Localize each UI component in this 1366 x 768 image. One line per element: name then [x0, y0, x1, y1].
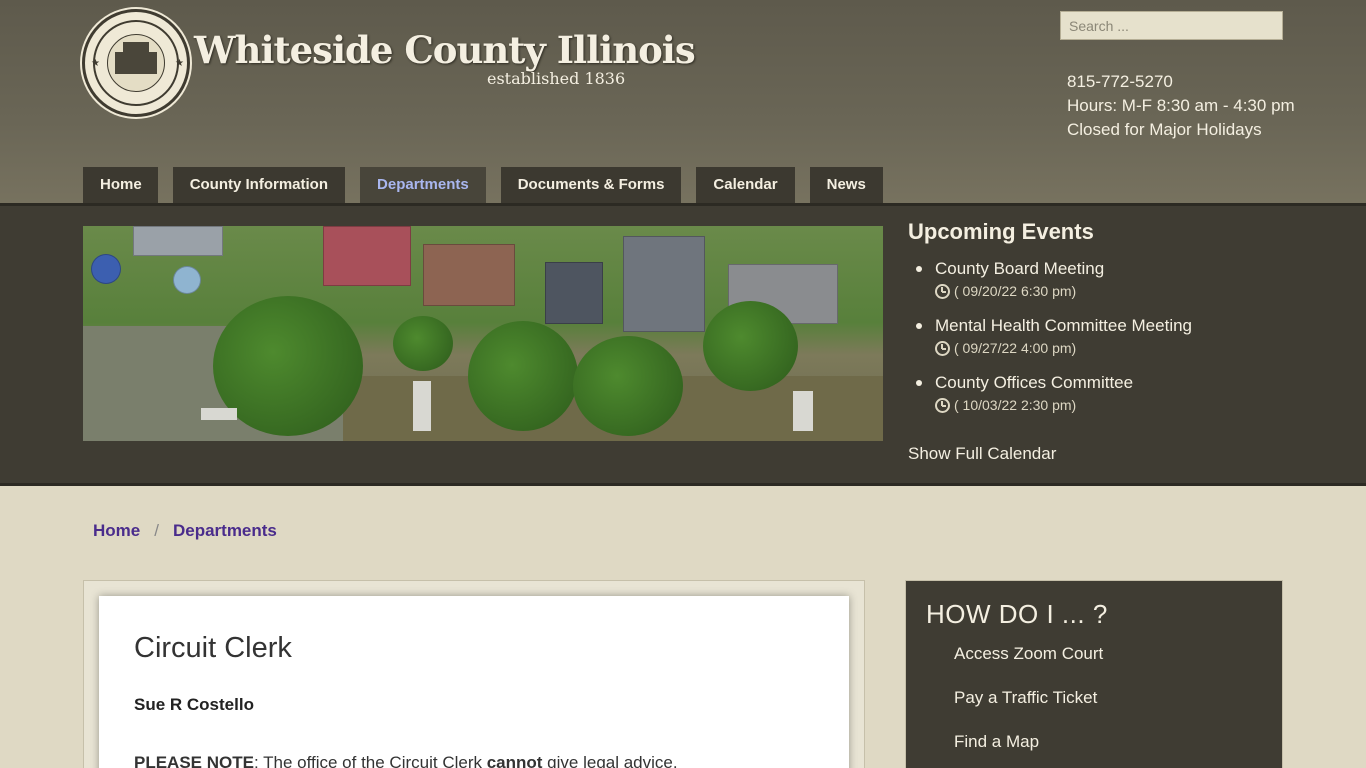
county-seal-logo[interactable]: ★ ★ — [82, 9, 190, 117]
star-icon: ★ — [91, 58, 100, 69]
events-list: County Board Meeting ( 09/20/22 6:30 pm)… — [916, 258, 1308, 413]
how-do-i-sidebar: HOW DO I ... ? Access Zoom Court Pay a T… — [905, 580, 1283, 768]
nav-county-information[interactable]: County Information — [172, 167, 346, 203]
main-nav: Home County Information Departments Docu… — [83, 167, 898, 203]
event-date: ( 09/27/22 4:00 pm) — [954, 340, 1077, 356]
seal-building-icon — [115, 42, 157, 74]
nav-departments[interactable]: Departments — [360, 167, 486, 203]
sidebar-heading: HOW DO I ... ? — [926, 599, 1108, 629]
breadcrumb-home[interactable]: Home — [93, 521, 140, 541]
aerial-photo — [83, 226, 883, 441]
breadcrumb: Home / Departments — [93, 521, 277, 541]
event-item: County Offices Committee ( 10/03/22 2:30… — [916, 372, 1308, 413]
upcoming-events: Upcoming Events County Board Meeting ( 0… — [908, 219, 1308, 429]
breadcrumb-separator: / — [154, 521, 159, 540]
site-subtitle: established 1836 — [487, 69, 626, 88]
office-hours: Hours: M-F 8:30 am - 4:30 pm — [1067, 96, 1295, 115]
events-heading: Upcoming Events — [908, 219, 1094, 244]
event-date: ( 09/20/22 6:30 pm) — [954, 283, 1077, 299]
site-title[interactable]: Whiteside County Illinois — [194, 28, 696, 72]
event-item: Mental Health Committee Meeting ( 09/27/… — [916, 315, 1308, 356]
phone-number: 815-772-5270 — [1067, 72, 1173, 91]
page-title: Circuit Clerk — [134, 632, 292, 664]
clock-icon — [935, 283, 950, 299]
breadcrumb-departments[interactable]: Departments — [173, 521, 277, 541]
search-input[interactable] — [1060, 11, 1283, 40]
clerk-name: Sue R Costello — [134, 695, 254, 714]
nav-news[interactable]: News — [809, 167, 883, 203]
contact-info: 815-772-5270 Hours: M-F 8:30 am - 4:30 p… — [1067, 70, 1295, 142]
holiday-note: Closed for Major Holidays — [1067, 120, 1262, 139]
event-title[interactable]: Mental Health Committee Meeting — [935, 315, 1308, 337]
link-pay-traffic-ticket[interactable]: Pay a Traffic Ticket — [954, 686, 1262, 730]
event-item: County Board Meeting ( 09/20/22 6:30 pm) — [916, 258, 1308, 299]
site-header: ★ ★ Whiteside County Illinois establishe… — [0, 0, 1366, 203]
link-access-zoom-court[interactable]: Access Zoom Court — [954, 642, 1262, 686]
event-title[interactable]: County Board Meeting — [935, 258, 1308, 280]
link-find-a-map[interactable]: Find a Map — [954, 730, 1262, 768]
nav-calendar[interactable]: Calendar — [696, 167, 795, 203]
show-full-calendar-link[interactable]: Show Full Calendar — [908, 444, 1056, 464]
nav-documents-forms[interactable]: Documents & Forms — [500, 167, 682, 203]
legal-notice: PLEASE NOTE: The office of the Circuit C… — [134, 753, 678, 768]
nav-home[interactable]: Home — [83, 167, 158, 203]
clock-icon — [935, 397, 950, 413]
event-date: ( 10/03/22 2:30 pm) — [954, 397, 1077, 413]
main-content-card: Circuit Clerk Sue R Costello PLEASE NOTE… — [99, 596, 849, 768]
event-title[interactable]: County Offices Committee — [935, 372, 1308, 394]
star-icon: ★ — [175, 58, 184, 69]
clock-icon — [935, 340, 950, 356]
